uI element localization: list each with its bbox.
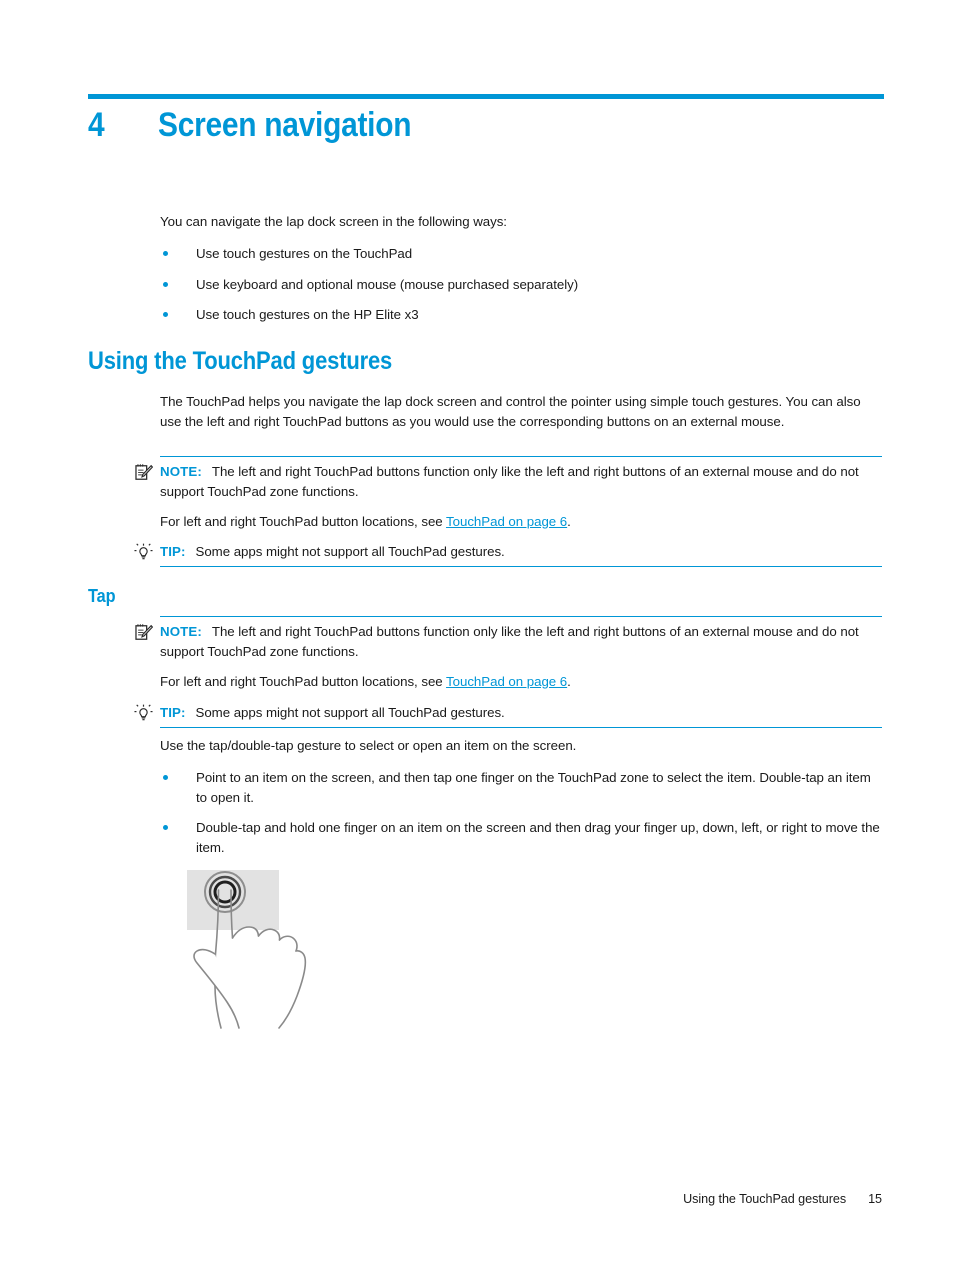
callout-bottom-rule <box>160 727 882 729</box>
list-item-label: Use touch gestures on the HP Elite x3 <box>196 307 419 322</box>
intro-bullet-list: Use touch gestures on the TouchPad Use k… <box>160 244 882 325</box>
list-item-label: Use keyboard and optional mouse (mouse p… <box>196 276 579 292</box>
note-label: NOTE: <box>160 624 202 639</box>
tip-callout-body: TIP: Some apps might not support all Touc… <box>160 542 882 562</box>
reference-prefix: For left and right TouchPad button locat… <box>160 674 447 689</box>
touchpad-intro-paragraph: The TouchPad helps you navigate the lap … <box>160 392 882 431</box>
note-text: The left and right TouchPad buttons func… <box>160 464 859 499</box>
intro-lead-text: You can navigate the lap dock screen in … <box>160 214 507 229</box>
tip-callout: TIP: Some apps might not support all Touc… <box>134 703 882 728</box>
intro-lead-block: You can navigate the lap dock screen in … <box>160 212 882 232</box>
tip-callout-body: TIP: Some apps might not support all Touc… <box>160 703 882 723</box>
callout-top-rule <box>160 456 882 458</box>
note-callout: NOTE: The left and right TouchPad buttons… <box>134 462 882 501</box>
bullet-dot-icon <box>163 775 168 780</box>
callout-bottom-rule <box>160 566 882 568</box>
tap-gesture-illustration <box>185 868 345 1043</box>
touchpad-intro-text: The TouchPad helps you navigate the lap … <box>160 394 861 429</box>
tap-reference-line: For left and right TouchPad button locat… <box>160 672 882 692</box>
touchpad-page-link[interactable]: TouchPad on page 6 <box>446 674 567 689</box>
reference-suffix: . <box>567 514 571 529</box>
reference-prefix: For left and right TouchPad button locat… <box>160 514 447 529</box>
list-item: Point to an item on the screen, and then… <box>160 768 882 807</box>
page-title: Using the TouchPad gestures <box>88 347 393 375</box>
touchpad-reference-line: For left and right TouchPad button locat… <box>160 512 882 532</box>
tap-intro-paragraph: Use the tap/double-tap gesture to select… <box>160 736 882 756</box>
tip-label: TIP: <box>160 544 186 559</box>
footer-section-title: Using the TouchPad gestures <box>683 1192 847 1206</box>
list-item: Use touch gestures on the TouchPad <box>160 244 882 264</box>
chapter-number: 4 <box>88 106 105 144</box>
list-item: Double-tap and hold one finger on an ite… <box>160 818 882 857</box>
page-number: 15 <box>868 1192 882 1206</box>
tap-intro-text: Use the tap/double-tap gesture to select… <box>160 738 577 753</box>
note-label: NOTE: <box>160 464 202 479</box>
chapter-title: Screen navigation <box>158 106 412 144</box>
list-item: Use touch gestures on the HP Elite x3 <box>160 305 882 325</box>
note-callout-body: NOTE: The left and right TouchPad buttons… <box>160 622 882 661</box>
touchpad-page-link[interactable]: TouchPad on page 6 <box>446 514 567 529</box>
tap-bullet-list: Point to an item on the screen, and then… <box>160 768 882 857</box>
list-item-label: Use touch gestures on the TouchPad <box>196 246 413 261</box>
bullet-dot-icon <box>163 312 168 317</box>
tip-callout: TIP: Some apps might not support all Touc… <box>134 542 882 567</box>
reference-suffix: . <box>567 674 571 689</box>
chapter-heading: 4 Screen navigation <box>88 106 888 145</box>
section-heading-tap: Tap <box>88 585 116 606</box>
page-footer: Using the TouchPad gestures 15 <box>683 1192 882 1206</box>
list-item-label: Double-tap and hold one finger on an ite… <box>196 820 880 855</box>
bullet-dot-icon <box>163 251 168 256</box>
lightbulb-icon <box>134 542 160 567</box>
bullet-dot-icon <box>163 281 168 287</box>
lightbulb-icon <box>134 703 160 728</box>
tip-label: TIP: <box>160 705 186 720</box>
note-callout: NOTE: The left and right TouchPad buttons… <box>134 622 882 661</box>
bullet-dot-icon <box>163 825 168 830</box>
list-item-label: Point to an item on the screen, and then… <box>196 770 871 805</box>
list-item: Use keyboard and optional mouse (mouse p… <box>160 275 882 295</box>
tip-text: Some apps might not support all TouchPad… <box>195 544 505 559</box>
callout-top-rule <box>160 616 882 618</box>
tip-text: Some apps might not support all TouchPad… <box>195 705 505 720</box>
note-callout-body: NOTE: The left and right TouchPad buttons… <box>160 462 882 501</box>
note-pencil-icon <box>134 462 160 487</box>
note-pencil-icon <box>134 622 160 647</box>
note-text: The left and right TouchPad buttons func… <box>160 624 859 659</box>
chapter-rule <box>88 94 884 99</box>
document-page: 4 Screen navigation You can navigate the… <box>0 0 954 1271</box>
